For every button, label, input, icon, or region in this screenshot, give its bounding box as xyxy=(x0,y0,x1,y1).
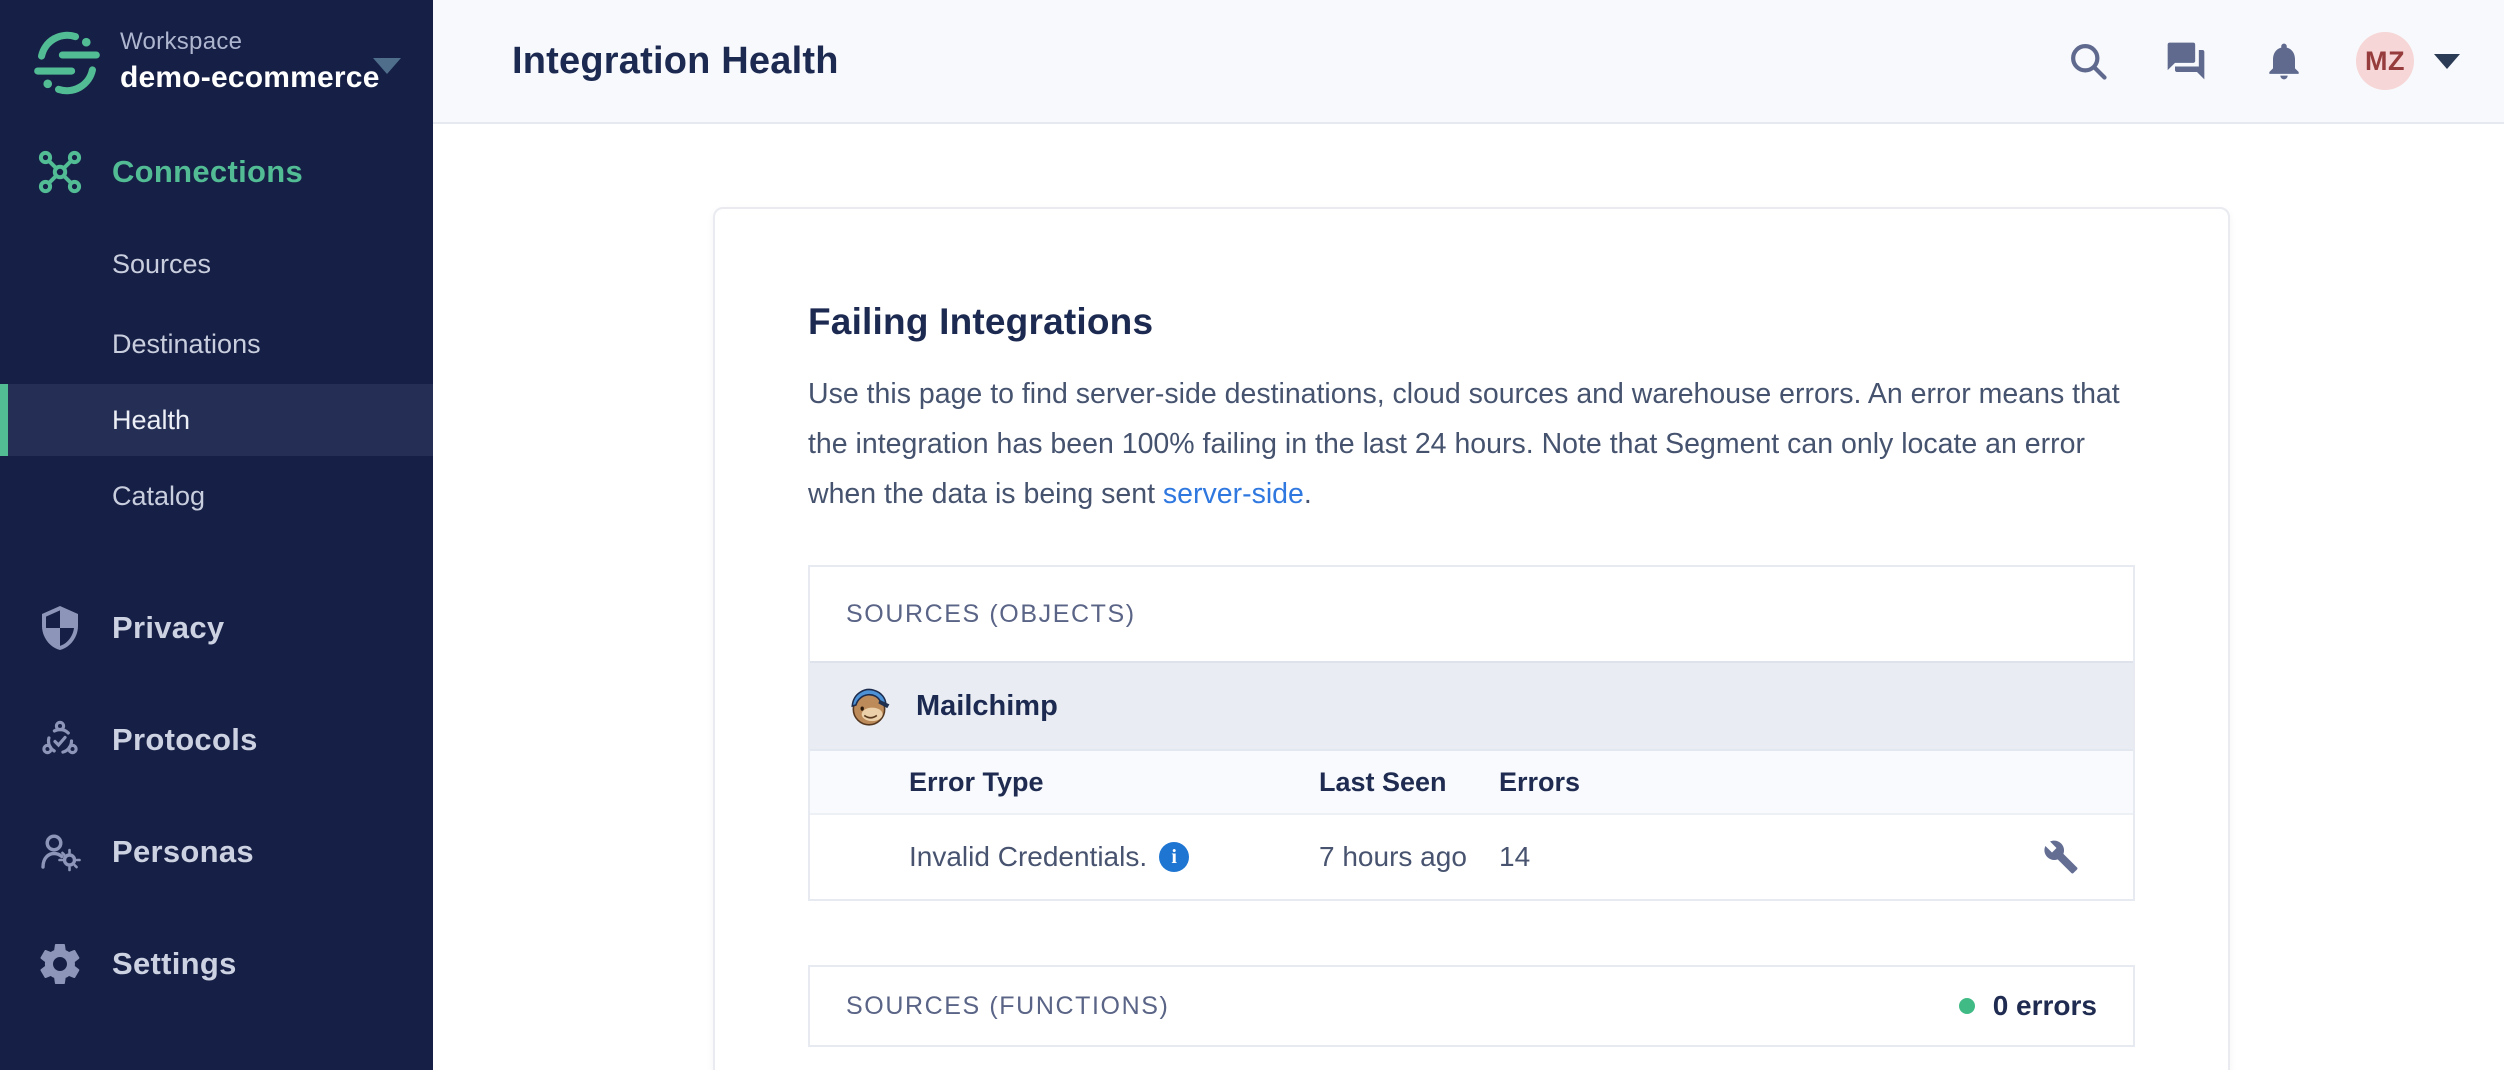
failing-integrations-card: Failing Integrations Use this page to fi… xyxy=(713,207,2230,1070)
shield-icon xyxy=(36,604,84,652)
column-error-type: Error Type xyxy=(909,767,1319,798)
sidebar-item-label: Personas xyxy=(112,834,254,870)
error-type-cell: Invalid Credentials. i xyxy=(909,841,1319,873)
sidebar-item-sources[interactable]: Sources xyxy=(0,224,433,304)
sidebar-item-label: Sources xyxy=(112,249,211,280)
segment-logo xyxy=(30,26,104,100)
section-title: SOURCES (OBJECTS) xyxy=(846,600,1136,629)
sidebar-item-personas[interactable]: Personas xyxy=(0,812,433,892)
connections-node-graph-icon xyxy=(36,148,84,196)
bell-icon[interactable] xyxy=(2262,39,2306,83)
error-type-text: Invalid Credentials. xyxy=(909,841,1147,873)
sidebar-item-privacy[interactable]: Privacy xyxy=(0,588,433,668)
sidebar-sections: Privacy Protocols xyxy=(0,556,433,1004)
workspace-name: demo-ecommerce xyxy=(120,61,380,95)
chevron-down-icon[interactable] xyxy=(2434,54,2460,69)
content-area: Failing Integrations Use this page to fi… xyxy=(433,124,2504,1070)
workspace-label: Workspace xyxy=(120,28,380,56)
sidebar-item-label: Privacy xyxy=(112,610,224,646)
gear-icon xyxy=(36,940,84,988)
chat-bubbles-icon[interactable] xyxy=(2164,39,2208,83)
table-section-header: SOURCES (OBJECTS) xyxy=(810,567,2133,661)
top-bar-actions: MZ xyxy=(2012,32,2460,90)
server-side-link[interactable]: server-side xyxy=(1163,478,1304,510)
sidebar-item-connections[interactable]: Connections xyxy=(0,140,433,204)
top-bar: Integration Health MZ xyxy=(433,0,2504,124)
last-seen-cell: 7 hours ago xyxy=(1319,841,1499,873)
sources-functions-section: SOURCES (FUNCTIONS) 0 errors xyxy=(808,965,2135,1047)
sidebar: Workspace demo-ecommerce Connections Sou… xyxy=(0,0,433,1070)
section-title: SOURCES (FUNCTIONS) xyxy=(846,992,1169,1021)
sidebar-item-settings[interactable]: Settings xyxy=(0,924,433,1004)
chevron-down-icon[interactable] xyxy=(373,58,401,74)
group-name: Mailchimp xyxy=(916,690,1058,723)
green-dot-icon xyxy=(1959,998,1975,1014)
column-last-seen: Last Seen xyxy=(1319,767,1499,798)
sidebar-item-label: Settings xyxy=(112,946,237,982)
card-heading: Failing Integrations xyxy=(808,301,2135,343)
card-description: Use this page to find server-side destin… xyxy=(808,369,2143,519)
sidebar-item-catalog[interactable]: Catalog xyxy=(0,456,433,536)
sidebar-item-destinations[interactable]: Destinations xyxy=(0,304,433,384)
sources-objects-table: SOURCES (OBJECTS) Mailchimp xyxy=(808,565,2135,901)
description-text-end: . xyxy=(1304,478,1312,510)
sidebar-item-protocols[interactable]: Protocols xyxy=(0,700,433,780)
sidebar-item-label: Health xyxy=(112,405,190,436)
mailchimp-monkey-icon xyxy=(846,683,892,729)
sidebar-item-health[interactable]: Health xyxy=(0,384,433,456)
search-icon[interactable] xyxy=(2066,39,2110,83)
table-row: Invalid Credentials. i 7 hours ago 14 xyxy=(810,813,2133,899)
connections-sub-nav: Sources Destinations Health Catalog xyxy=(0,224,433,536)
sidebar-item-label: Protocols xyxy=(112,722,258,758)
errors-count-cell: 14 xyxy=(1499,841,2043,873)
info-icon[interactable]: i xyxy=(1159,842,1189,872)
wrench-icon[interactable] xyxy=(2043,839,2079,875)
main-area: Integration Health MZ xyxy=(433,0,2504,1070)
sidebar-item-label: Destinations xyxy=(112,329,261,360)
mailchimp-group-row[interactable]: Mailchimp xyxy=(810,661,2133,749)
person-gear-icon xyxy=(36,828,84,876)
sidebar-item-label: Catalog xyxy=(112,481,205,512)
status-badge: 0 errors xyxy=(1959,990,2097,1022)
sidebar-item-label: Connections xyxy=(112,154,303,190)
status-text: 0 errors xyxy=(1993,990,2097,1022)
description-text: Use this page to find server-side destin… xyxy=(808,378,2120,510)
avatar[interactable]: MZ xyxy=(2356,32,2414,90)
workspace-switcher[interactable]: Workspace demo-ecommerce xyxy=(0,0,433,100)
table-column-headers: Error Type Last Seen Errors xyxy=(810,749,2133,813)
protocols-check-cycle-icon xyxy=(36,716,84,764)
page-title: Integration Health xyxy=(512,40,839,83)
column-errors: Errors xyxy=(1499,767,2043,798)
